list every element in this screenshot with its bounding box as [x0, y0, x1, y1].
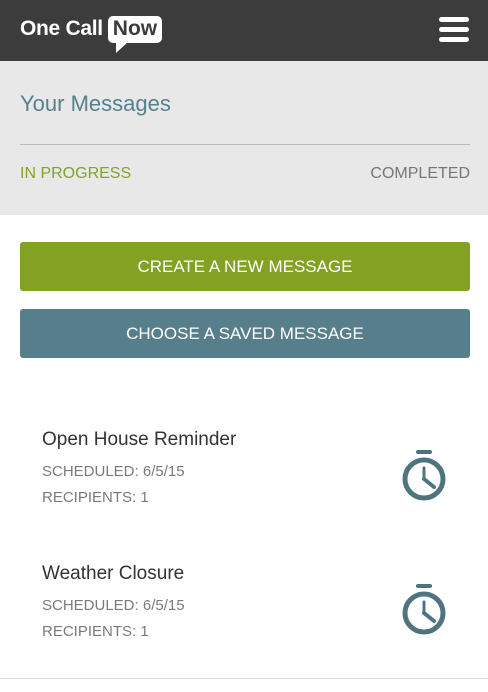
top-bar: One Call Now [0, 0, 488, 61]
app-logo[interactable]: One Call Now [20, 12, 163, 53]
logo-speech-bubble: Now [107, 15, 163, 53]
logo-text: One Call [20, 17, 103, 40]
tab-completed[interactable]: COMPLETED [370, 165, 470, 183]
messages-header-panel: Your Messages IN PROGRESS COMPLETED [0, 61, 488, 215]
action-buttons: CREATE A NEW MESSAGE CHOOSE A SAVED MESS… [0, 215, 488, 358]
stopwatch-icon[interactable] [400, 583, 448, 635]
message-list: Open House Reminder SCHEDULED: 6/5/15 RE… [0, 424, 488, 692]
menu-bar [439, 37, 469, 42]
hamburger-menu-icon[interactable] [439, 17, 469, 43]
menu-bar [439, 27, 469, 32]
message-item[interactable]: Weather Closure SCHEDULED: 6/5/15 RECIPI… [0, 558, 488, 692]
tab-in-progress[interactable]: IN PROGRESS [20, 165, 131, 183]
bottom-divider [0, 678, 488, 679]
message-item[interactable]: Open House Reminder SCHEDULED: 6/5/15 RE… [0, 424, 488, 558]
choose-saved-message-button[interactable]: CHOOSE A SAVED MESSAGE [20, 309, 470, 358]
header-divider [20, 144, 470, 145]
create-new-message-button[interactable]: CREATE A NEW MESSAGE [20, 242, 470, 291]
page-title: Your Messages [20, 91, 171, 116]
menu-bar [439, 17, 469, 22]
stopwatch-icon[interactable] [400, 449, 448, 501]
